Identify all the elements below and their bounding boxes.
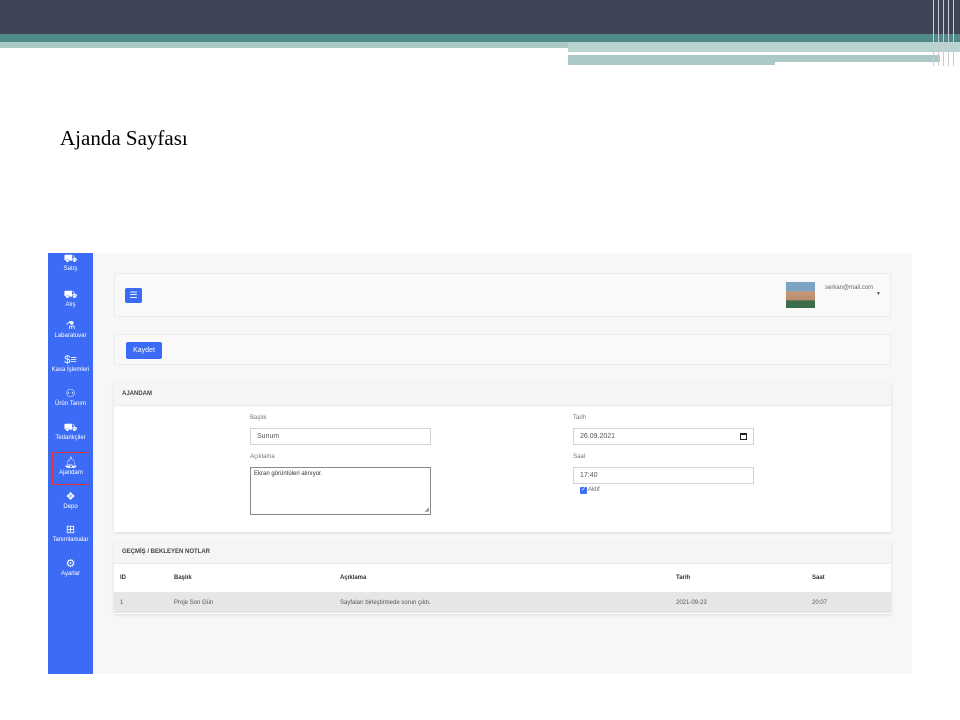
sidebar-item-label: Depo bbox=[63, 504, 78, 510]
table-cell: 1 bbox=[120, 600, 124, 606]
sidebar-item-tanimlamalar[interactable]: ⊞ Tanımlamalar bbox=[48, 524, 93, 543]
slide-title: Ajanda Sayfası bbox=[60, 126, 188, 150]
menu-toggle-button[interactable]: ☰ bbox=[125, 288, 142, 303]
column-header-aciklama: Açıklama bbox=[340, 575, 367, 581]
sidebar-item-satis[interactable]: ⛟ Satış bbox=[48, 253, 93, 272]
sidebar-item-label: Tedarikçiler bbox=[55, 435, 86, 441]
sidebar: ⛟ Satış ⛟ Alış ⚗ Labaratuvar $≡ Kasa İşl… bbox=[48, 253, 93, 674]
table-cell: Proje Son Gün bbox=[174, 600, 214, 606]
column-header-tarih: Tarih bbox=[676, 575, 691, 581]
column-header-saat: Saat bbox=[812, 575, 825, 581]
table-row[interactable]: 1 Proje Son Gün Sayfaları birleştirmede … bbox=[114, 592, 891, 613]
slide-accent-bar-right bbox=[568, 42, 960, 52]
sidebar-item-label: Kasa İşlemleri bbox=[51, 367, 90, 373]
sidebar-item-labaratuvar[interactable]: ⚗ Labaratuvar bbox=[48, 320, 93, 339]
basket-icon: ⛟ bbox=[63, 253, 78, 265]
table-cell: Sayfaları birleştirmede sorun çıktı. bbox=[340, 600, 431, 606]
user-email[interactable]: serkan@mail.com bbox=[825, 285, 873, 291]
sidebar-item-label: Alış bbox=[65, 302, 76, 308]
sidebar-item-label: Ürün Tanım bbox=[55, 401, 86, 407]
sidebar-item-kasa-islemleri[interactable]: $≡ Kasa İşlemleri bbox=[48, 354, 93, 373]
aciklama-value: Ekran görüntüleri alınıyor. bbox=[254, 471, 323, 477]
flask-icon: ⚗ bbox=[65, 320, 76, 332]
dropbox-icon: ❖ bbox=[65, 491, 76, 503]
aciklama-label: Açıklama bbox=[250, 454, 275, 460]
truck-icon: ⛟ bbox=[63, 289, 78, 301]
slide-accent-gap-lower bbox=[775, 62, 940, 65]
baslik-input[interactable]: Sunum bbox=[250, 428, 431, 445]
table-cell: 20:07 bbox=[812, 600, 828, 606]
column-header-id: ID bbox=[120, 575, 126, 581]
sidebar-item-urun-tanim[interactable]: ⚇ Ürün Tanım bbox=[48, 388, 93, 407]
aktif-checkbox[interactable]: ✓ bbox=[580, 487, 587, 494]
sidebar-item-depo[interactable]: ❖ Depo bbox=[48, 491, 93, 510]
tarih-input[interactable]: 26.09.2021 bbox=[573, 428, 754, 445]
money-icon: $≡ bbox=[64, 354, 77, 366]
action-bar: Kaydet bbox=[114, 334, 891, 365]
baslik-label: Başlık bbox=[250, 415, 267, 421]
chevron-down-icon[interactable]: ▼ bbox=[876, 291, 881, 297]
bell-icon: 🔔︎ bbox=[64, 457, 78, 469]
table-cell: 2021-09-23 bbox=[676, 600, 707, 606]
sidebar-item-ayarlar[interactable]: ⚙ Ayarlar bbox=[48, 558, 93, 577]
sidebar-item-label: Labaratuvar bbox=[54, 333, 87, 339]
sidebar-item-tedarikciler[interactable]: ⛟ Tedarikçiler bbox=[48, 422, 93, 441]
sidebar-item-label: Satış bbox=[63, 266, 78, 272]
tarih-label: Tarih bbox=[573, 415, 587, 421]
save-button[interactable]: Kaydet bbox=[126, 342, 162, 359]
plus-square-icon: ⊞ bbox=[65, 524, 76, 536]
slide-header-bar bbox=[0, 0, 960, 34]
aktif-label: Aktif bbox=[588, 487, 600, 493]
saat-input[interactable]: 17:40 bbox=[573, 467, 754, 484]
card-header: AJANDAM bbox=[114, 383, 891, 406]
resize-handle-icon[interactable]: ◢ bbox=[424, 507, 429, 513]
app-screenshot: ⛟ Satış ⛟ Alış ⚗ Labaratuvar $≡ Kasa İşl… bbox=[48, 253, 912, 674]
sidebar-item-alis[interactable]: ⛟ Alış bbox=[48, 289, 93, 308]
gear-icon: ⚙ bbox=[65, 558, 76, 570]
sidebar-item-label: Ayarlar bbox=[61, 571, 80, 577]
card-header: GEÇMİŞ / BEKLEYEN NOTLAR bbox=[114, 541, 891, 564]
avatar[interactable] bbox=[786, 282, 815, 308]
sidebar-item-label: Tanımlamalar bbox=[52, 537, 89, 543]
truck-icon: ⛟ bbox=[63, 422, 78, 434]
column-header-baslik: Başlık bbox=[174, 575, 192, 581]
sidebar-item-ajandam[interactable]: 🔔︎ Ajandam bbox=[52, 452, 90, 485]
people-carry-icon: ⚇ bbox=[65, 388, 76, 400]
notes-table-card: GEÇMİŞ / BEKLEYEN NOTLAR ID Başlık Açıkl… bbox=[114, 541, 891, 614]
slide-corner-lines bbox=[930, 0, 960, 66]
slide-accent-bar-light bbox=[0, 42, 568, 48]
calendar-icon[interactable] bbox=[740, 433, 747, 440]
sidebar-item-label: Ajandam bbox=[59, 470, 83, 476]
top-navbar: ☰ serkan@mail.com ▼ bbox=[114, 273, 891, 317]
aciklama-textarea[interactable]: Ekran görüntüleri alınıyor. ◢ bbox=[250, 467, 431, 515]
saat-label: Saat bbox=[573, 454, 586, 460]
agenda-form-card: AJANDAM Başlık Sunum Açıklama Ekran görü… bbox=[114, 383, 891, 532]
slide-accent-bar bbox=[0, 34, 960, 42]
tarih-value: 26.09.2021 bbox=[580, 433, 616, 440]
